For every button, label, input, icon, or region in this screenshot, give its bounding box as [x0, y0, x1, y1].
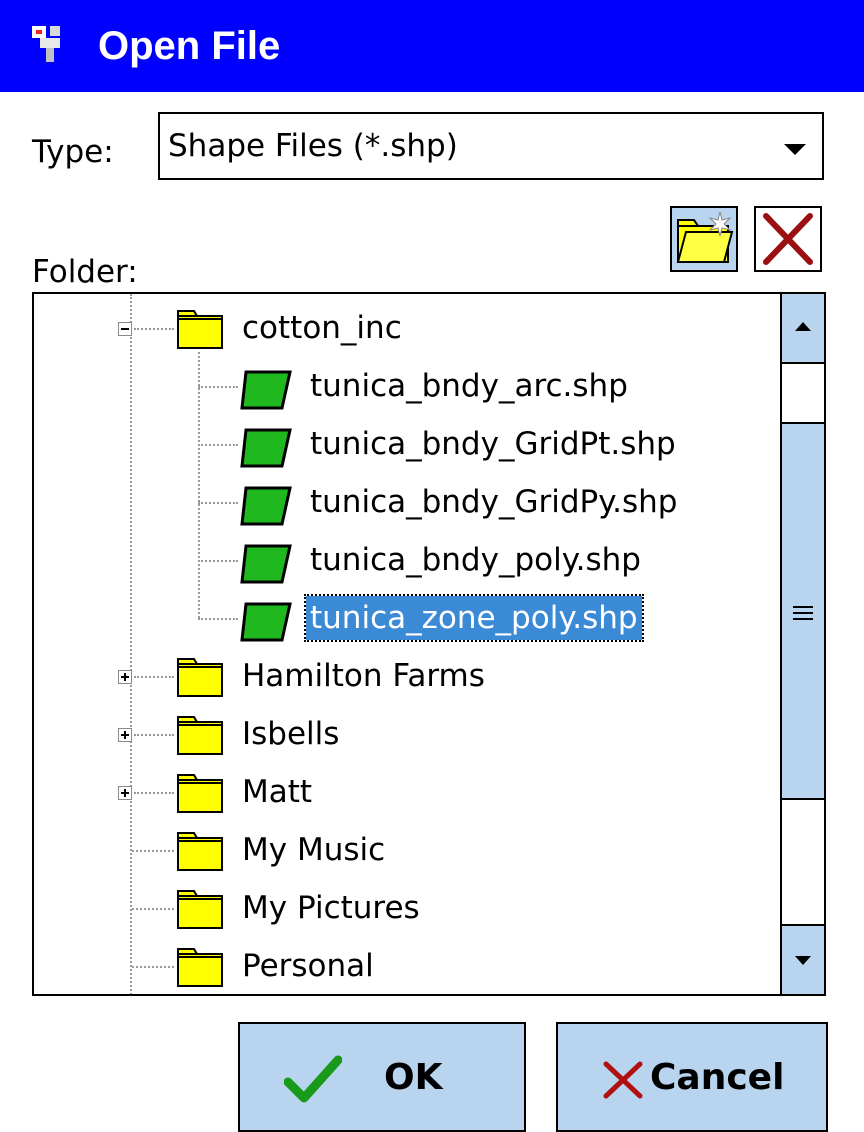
tree-item-label: tunica_zone_poly.shp	[304, 594, 644, 642]
cancel-button[interactable]: Cancel	[556, 1022, 828, 1132]
tree-item-file[interactable]: tunica_bndy_arc.shp	[34, 358, 782, 416]
scroll-up-button[interactable]	[782, 294, 824, 364]
tree-item-my-music[interactable]: My Music	[34, 822, 782, 880]
tree-guide-line	[134, 792, 174, 794]
tree-item-file[interactable]: tunica_bndy_poly.shp	[34, 532, 782, 590]
tree-guide-line	[198, 444, 238, 446]
delete-x-icon	[763, 213, 813, 265]
file-type-dropdown[interactable]: Shape Files (*.shp)	[158, 112, 824, 180]
title-bar: Open File	[0, 0, 864, 92]
tree-item-matt[interactable]: Matt	[34, 764, 782, 822]
tree-item-file[interactable]: tunica_bndy_GridPy.shp	[34, 474, 782, 532]
tree-item-hamilton-farms[interactable]: Hamilton Farms	[34, 648, 782, 706]
scrollbar-thumb[interactable]	[782, 422, 824, 800]
tree-guide-line	[134, 328, 174, 330]
folder-icon	[177, 310, 223, 349]
tree-item-label: tunica_bndy_GridPy.shp	[310, 484, 678, 520]
tree-item-label: Isbells	[242, 716, 340, 752]
tree-item-file[interactable]: tunica_bndy_GridPt.shp	[34, 416, 782, 474]
folder-icon	[177, 890, 223, 929]
cancel-x-icon	[603, 1061, 643, 1099]
shapefile-icon	[240, 544, 292, 584]
tree-item-label: Personal	[242, 948, 374, 984]
tree-item-label: tunica_bndy_poly.shp	[310, 542, 641, 578]
tree-item-my-pictures[interactable]: My Pictures	[34, 880, 782, 938]
shapefile-icon	[240, 370, 292, 410]
collapse-icon[interactable]	[118, 322, 132, 336]
grip-icon	[793, 606, 813, 620]
folder-label: Folder:	[32, 254, 138, 290]
tree-item-personal[interactable]: Personal	[34, 938, 782, 994]
cancel-label: Cancel	[650, 1057, 785, 1098]
new-folder-button[interactable]	[670, 206, 738, 272]
tree-guide-line	[134, 676, 174, 678]
pda-app-icon	[32, 26, 60, 62]
arrow-up-icon	[795, 322, 811, 331]
tree-item-label: cotton_inc	[242, 310, 402, 346]
expand-icon[interactable]	[118, 670, 132, 684]
tree-guide-line	[134, 734, 174, 736]
folder-icon	[177, 832, 223, 871]
arrow-down-icon	[795, 956, 811, 965]
dropdown-arrow-icon	[784, 144, 806, 155]
folder-icon	[177, 716, 223, 755]
shapefile-icon	[240, 486, 292, 526]
new-folder-icon	[676, 211, 734, 263]
scroll-down-button[interactable]	[782, 924, 824, 994]
expand-icon[interactable]	[118, 728, 132, 742]
tree-guide-line	[198, 560, 238, 562]
tree-item-label: Hamilton Farms	[242, 658, 485, 694]
tree-item-label: My Music	[242, 832, 386, 868]
tree-guide-line	[132, 966, 174, 968]
tree-guide-line	[198, 618, 238, 620]
tree-item-file-selected[interactable]: tunica_zone_poly.shp	[34, 590, 782, 648]
ok-label: OK	[384, 1057, 443, 1098]
file-type-value: Shape Files (*.shp)	[168, 128, 458, 164]
ok-button[interactable]: OK	[238, 1022, 526, 1132]
shapefile-icon	[240, 602, 292, 642]
tree-item-label: tunica_bndy_arc.shp	[310, 368, 628, 404]
folder-icon	[177, 658, 223, 697]
tree-guide-line	[132, 850, 174, 852]
tree-item-label: Matt	[242, 774, 313, 810]
window-title: Open File	[98, 24, 281, 68]
tree-guide-line	[198, 502, 238, 504]
shapefile-icon	[240, 428, 292, 468]
tree-item-cotton-inc[interactable]: cotton_inc	[34, 300, 782, 358]
expand-icon[interactable]	[118, 786, 132, 800]
vertical-scrollbar[interactable]	[780, 294, 824, 994]
checkmark-icon	[284, 1055, 342, 1103]
tree-item-label: My Pictures	[242, 890, 420, 926]
tree-item-label: tunica_bndy_GridPt.shp	[310, 426, 676, 462]
folder-icon	[177, 948, 223, 987]
folder-icon	[177, 774, 223, 813]
type-label: Type:	[32, 134, 114, 170]
folder-tree[interactable]: cotton_inc tunica_bndy_arc.shp tunica_bn…	[32, 292, 826, 996]
tree-item-isbells[interactable]: Isbells	[34, 706, 782, 764]
delete-button[interactable]	[754, 206, 822, 272]
tree-guide-line	[198, 386, 238, 388]
tree-guide-line	[132, 908, 174, 910]
